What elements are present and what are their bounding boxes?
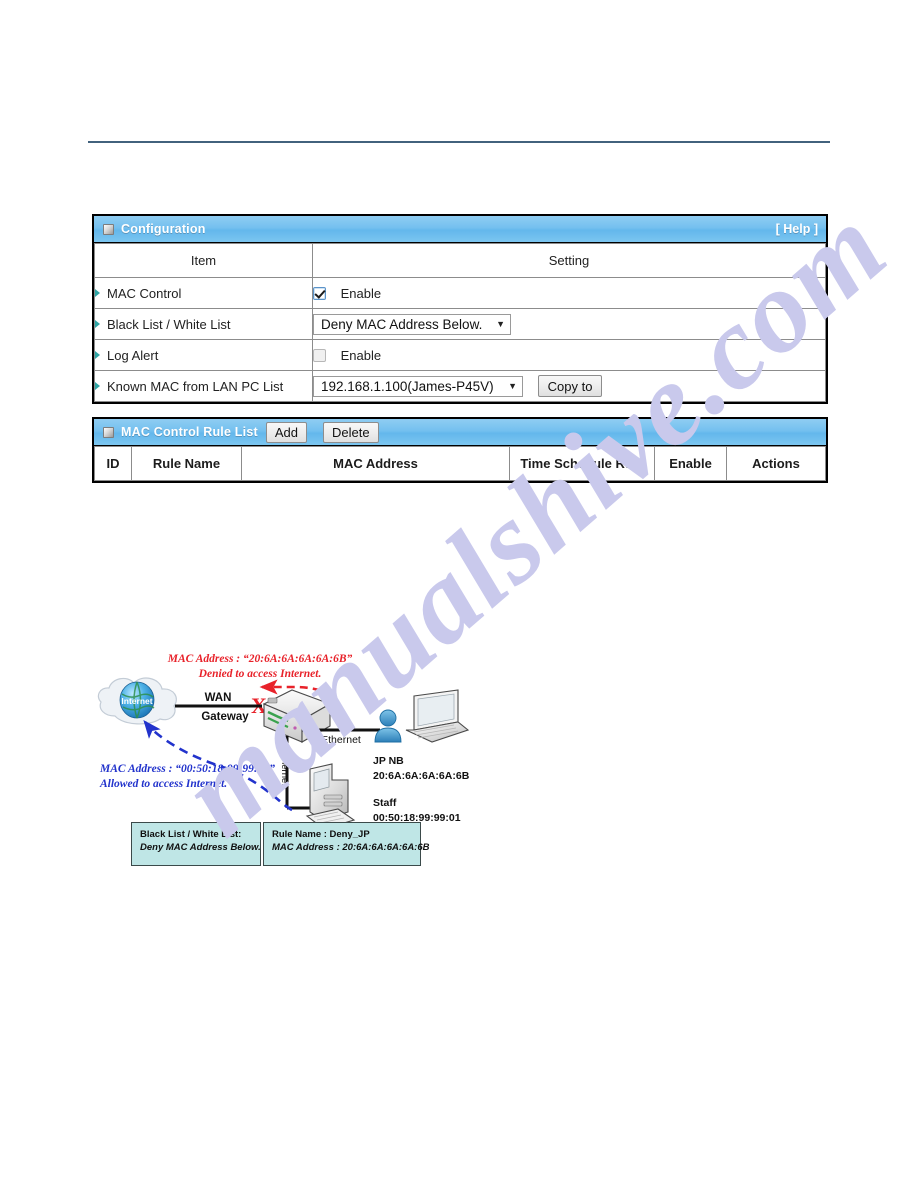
callout-black-white-list: Black List / White List: Deny MAC Addres… <box>131 822 261 866</box>
known-mac-select[interactable]: 192.168.1.100(James-P45V) ▼ <box>313 375 523 397</box>
deny-note-line2: Denied to access Internet. <box>198 668 322 680</box>
node-label-jp-nb: JP NB <box>373 755 404 767</box>
rule-list-header-row: ID Rule Name MAC Address Time Schedule R… <box>94 446 826 481</box>
config-row-log-alert: Log Alert Enable <box>94 339 826 371</box>
callout-left-line1: Black List / White List: <box>140 829 242 840</box>
page-divider <box>88 141 830 143</box>
column-header-actions: Actions <box>726 446 826 481</box>
configuration-panel-header: Configuration [ Help ] <box>94 216 826 243</box>
wan-label: WAN <box>205 692 232 704</box>
chevron-down-icon: ▼ <box>496 318 505 329</box>
deny-note-line1: MAC Address : “20:6A:6A:6A:6A:6B” <box>167 653 353 665</box>
setting-known-mac: 192.168.1.100(James-P45V) ▼ Copy to <box>312 370 826 402</box>
column-header-setting: Setting <box>312 243 826 278</box>
rule-list-title: MAC Control Rule List <box>121 425 258 439</box>
allow-note-line1: MAC Address : “00:50:18:99:99:01” <box>99 763 275 775</box>
callout-rule-detail: Rule Name : Deny_JP MAC Address : 20:6A:… <box>263 822 430 866</box>
column-header-mac-address: MAC Address <box>241 446 510 481</box>
gateway-label: Gateway <box>201 711 249 723</box>
allow-note-line2: Allowed to access Internet. <box>99 778 227 790</box>
config-row-black-white-list: Black List / White List Deny MAC Address… <box>94 308 826 340</box>
desktop-pc-icon <box>305 763 356 830</box>
watermark: manualshive.com <box>0 0 918 1188</box>
black-white-list-value: Deny MAC Address Below. <box>321 316 483 332</box>
callout-right-line1: Rule Name : Deny_JP <box>272 829 370 840</box>
log-alert-enable-label: Enable <box>340 347 382 363</box>
rule-list-table: ID Rule Name MAC Address Time Schedule R… <box>94 446 826 481</box>
known-mac-value: 192.168.1.100(James-P45V) <box>321 378 494 394</box>
panel-bullet-icon <box>103 426 114 438</box>
column-header-enable: Enable <box>654 446 727 481</box>
log-alert-enable-checkbox[interactable] <box>313 348 326 362</box>
delete-rule-button[interactable]: Delete <box>322 421 379 443</box>
column-header-time-schedule-rule: Time Schedule Rule <box>509 446 655 481</box>
callout-right-line2: MAC Address : 20:6A:6A:6A:6A:6B <box>272 842 430 853</box>
setting-mac-control: Enable <box>312 277 826 309</box>
mac-control-enable-checkbox[interactable] <box>313 286 326 300</box>
config-row-known-mac: Known MAC from LAN PC List 192.168.1.100… <box>94 370 826 402</box>
column-header-item: Item <box>94 243 313 278</box>
label-black-white-list: Black List / White List <box>94 308 313 340</box>
help-link[interactable]: [ Help ] <box>776 222 818 236</box>
node-label-staff: Staff <box>373 797 397 809</box>
black-white-list-select[interactable]: Deny MAC Address Below. ▼ <box>313 313 511 335</box>
chevron-down-icon: ▼ <box>508 380 517 391</box>
mac-control-rule-list-panel: MAC Control Rule List Add Delete ID Rule… <box>92 417 828 483</box>
label-known-mac: Known MAC from LAN PC List <box>94 370 313 402</box>
internet-cloud-icon: Internet <box>97 677 177 725</box>
bullet-triangle-icon <box>95 381 100 390</box>
configuration-panel: Configuration [ Help ] Item Setting MAC … <box>92 214 828 404</box>
column-header-id: ID <box>94 446 132 481</box>
bullet-triangle-icon <box>95 288 100 297</box>
ethernet-label-right: Ethernet <box>321 734 361 746</box>
label-log-alert: Log Alert <box>94 339 313 371</box>
copy-to-button[interactable]: Copy to <box>537 375 603 397</box>
config-row-mac-control: MAC Control Enable <box>94 277 826 309</box>
bullet-triangle-icon <box>95 319 100 328</box>
gateway-router-icon <box>262 689 332 743</box>
bullet-triangle-icon <box>95 350 100 359</box>
setting-log-alert: Enable <box>312 339 826 371</box>
configuration-table: Item Setting MAC Control Enable Black Li… <box>94 243 826 402</box>
laptop-icon <box>405 689 470 743</box>
configuration-title: Configuration <box>121 222 206 236</box>
user-person-icon <box>374 709 402 743</box>
callout-left-line2: Deny MAC Address Below. <box>140 842 261 853</box>
mac-control-enable-label: Enable <box>340 285 382 301</box>
ethernet-label-down: Ethernet <box>279 750 290 786</box>
configuration-header-row: Item Setting <box>94 243 826 278</box>
panel-bullet-icon <box>103 223 114 235</box>
internet-label: Internet <box>121 696 152 706</box>
label-mac-control: MAC Control <box>94 277 313 309</box>
node-mac-jp-nb: 20:6A:6A:6A:6A:6B <box>373 770 470 782</box>
column-header-rule-name: Rule Name <box>131 446 242 481</box>
setting-black-white-list: Deny MAC Address Below. ▼ <box>312 308 826 340</box>
add-rule-button[interactable]: Add <box>265 421 307 443</box>
rule-list-panel-header: MAC Control Rule List Add Delete <box>94 419 826 446</box>
